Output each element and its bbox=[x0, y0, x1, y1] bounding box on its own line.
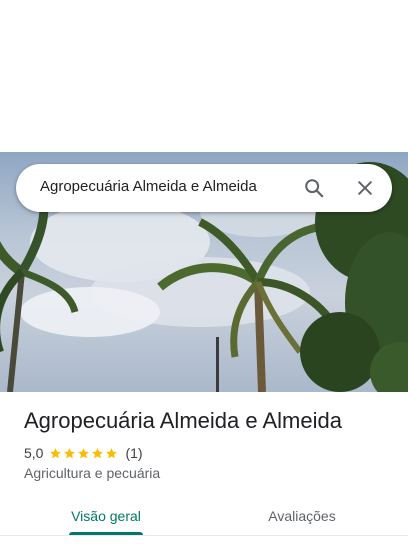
tab-reviews[interactable]: Avaliações bbox=[250, 496, 354, 536]
map-blank-area bbox=[0, 0, 408, 152]
tab-overview[interactable]: Visão geral bbox=[52, 496, 160, 536]
rating-value: 5,0 bbox=[24, 445, 44, 461]
search-input[interactable]: Agropecuária Almeida e Almeida bbox=[40, 178, 257, 195]
close-icon[interactable] bbox=[353, 176, 377, 200]
place-category[interactable]: Agricultura e pecuária bbox=[24, 465, 160, 481]
star-icon bbox=[50, 447, 62, 458]
tab-bar: Visão geral Avaliações bbox=[0, 496, 408, 544]
rating-row[interactable]: 5,0 (1) bbox=[24, 444, 143, 462]
star-icon bbox=[64, 447, 76, 458]
star-icon bbox=[92, 447, 104, 458]
star-icon bbox=[106, 447, 118, 458]
star-rating bbox=[49, 447, 119, 460]
place-title: Agropecuária Almeida e Almeida bbox=[24, 408, 342, 433]
search-icon[interactable] bbox=[302, 176, 326, 200]
review-count[interactable]: (1) bbox=[125, 445, 142, 461]
search-bar[interactable]: Agropecuária Almeida e Almeida bbox=[16, 164, 392, 212]
tabs-divider bbox=[0, 535, 408, 536]
star-icon bbox=[78, 447, 90, 458]
